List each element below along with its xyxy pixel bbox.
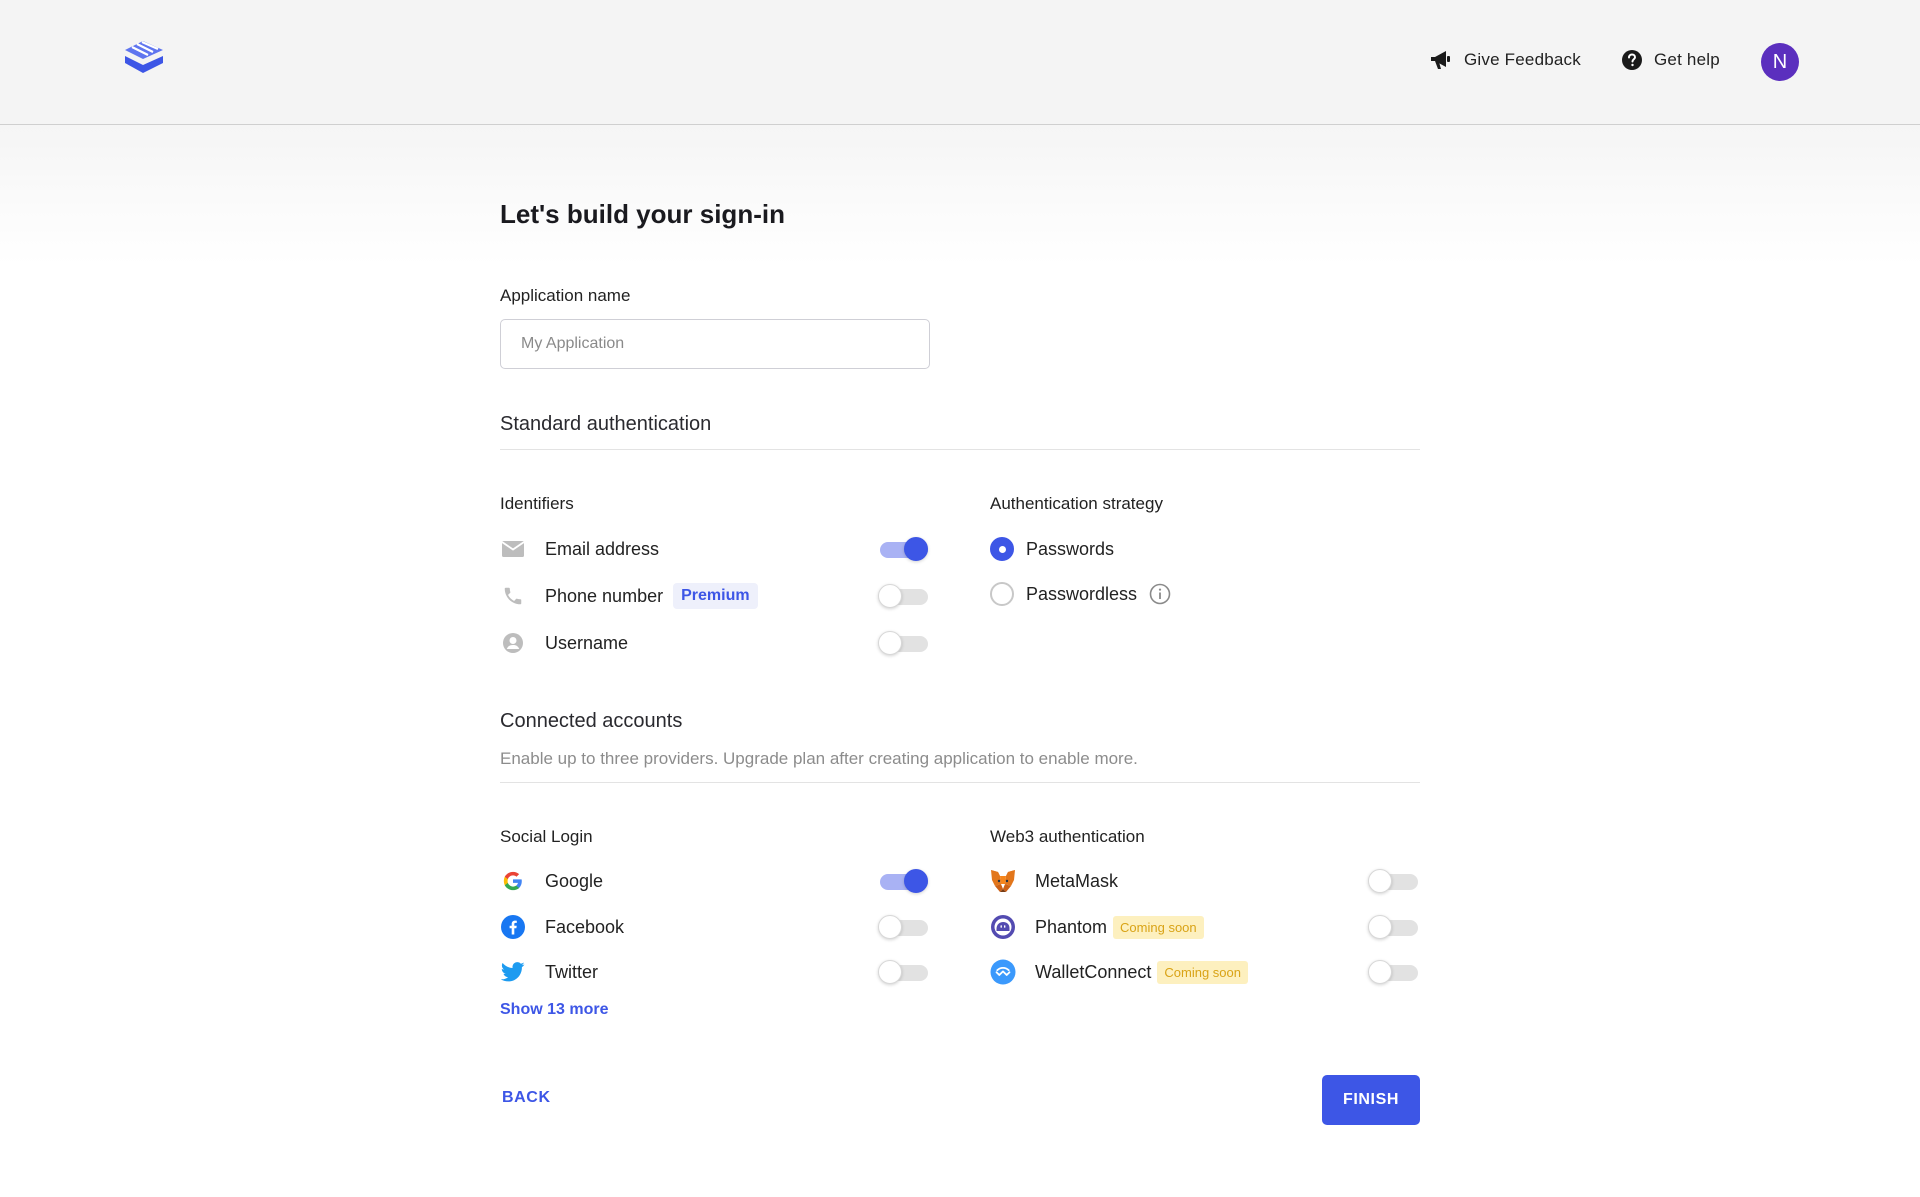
- identifier-row-username: Username: [500, 628, 628, 658]
- social-label-twitter: Twitter: [545, 961, 599, 982]
- web3-label-metamask: MetaMask: [1035, 870, 1119, 891]
- social-row-twitter: Twitter: [500, 957, 598, 987]
- user-avatar[interactable]: N: [1761, 43, 1799, 81]
- passwords-label: Passwords: [1026, 538, 1115, 559]
- connected-accounts-subtitle: Enable up to three providers. Upgrade pl…: [500, 749, 1138, 768]
- social-label-facebook: Facebook: [545, 916, 625, 937]
- passwordless-label: Passwordless: [1026, 583, 1138, 604]
- passwordless-radio[interactable]: [990, 582, 1014, 606]
- twitter-toggle[interactable]: [878, 958, 930, 986]
- facebook-toggle[interactable]: [878, 913, 930, 941]
- identifier-row-email: Email address: [500, 534, 659, 564]
- strategy-option-passwordless[interactable]: Passwordless: [990, 579, 1171, 609]
- strategy-option-passwords[interactable]: Passwords: [990, 534, 1114, 564]
- social-login-title: Social Login: [500, 827, 593, 846]
- twitter-icon: [500, 959, 526, 985]
- give-feedback-label: Give Feedback: [1464, 50, 1581, 69]
- phone-number-toggle[interactable]: [878, 582, 930, 610]
- identifier-label-email: Email address: [545, 538, 660, 559]
- identifier-label-phone: Phone number: [545, 585, 664, 606]
- standard-auth-title: Standard authentication: [500, 413, 712, 435]
- main-content: Let's build your sign-in Application nam…: [500, 0, 1420, 1197]
- help-circle-icon: [1622, 50, 1642, 70]
- web3-row-metamask: MetaMask: [990, 866, 1118, 896]
- phone-icon: [500, 583, 526, 609]
- page-title: Let's build your sign-in: [500, 199, 785, 229]
- username-toggle[interactable]: [878, 629, 930, 657]
- show-more-providers-link[interactable]: Show 13 more: [500, 1001, 608, 1019]
- identifier-label-username: Username: [545, 632, 629, 653]
- social-label-google: Google: [545, 870, 604, 891]
- metamask-icon: [990, 868, 1016, 894]
- mail-icon: [500, 536, 526, 562]
- user-circle-icon: [500, 630, 526, 656]
- phantom-icon: [990, 914, 1016, 940]
- facebook-icon: [500, 914, 526, 940]
- info-icon[interactable]: [1149, 583, 1171, 605]
- connected-accounts-title: Connected accounts: [500, 710, 683, 732]
- application-name-input[interactable]: [500, 319, 930, 369]
- give-feedback-link[interactable]: Give Feedback: [1430, 50, 1581, 70]
- auth-strategy-title: Authentication strategy: [990, 494, 1163, 513]
- identifiers-title: Identifiers: [500, 494, 574, 513]
- google-toggle[interactable]: [878, 867, 930, 895]
- google-icon: [500, 868, 526, 894]
- web3-row-walletconnect: WalletConnect Coming soon: [990, 957, 1248, 987]
- premium-badge: Premium: [673, 583, 758, 609]
- coming-soon-badge: Coming soon: [1113, 915, 1204, 939]
- social-row-facebook: Facebook: [500, 912, 624, 942]
- metamask-toggle[interactable]: [1368, 867, 1420, 895]
- passwords-radio[interactable]: [990, 537, 1014, 561]
- email-address-toggle[interactable]: [878, 535, 930, 563]
- application-name-label: Application name: [500, 286, 631, 305]
- web3-label-walletconnect: WalletConnect: [1035, 961, 1152, 982]
- web3-row-phantom: Phantom Coming soon: [990, 912, 1204, 942]
- back-button[interactable]: BACK: [502, 1089, 551, 1107]
- social-row-google: Google: [500, 866, 603, 896]
- walletconnect-toggle[interactable]: [1368, 958, 1420, 986]
- web3-auth-title: Web3 authentication: [990, 827, 1145, 846]
- connected-accounts-divider: [500, 782, 1420, 783]
- app-logo-icon[interactable]: [122, 36, 166, 80]
- standard-auth-divider: [500, 449, 1420, 450]
- walletconnect-icon: [990, 959, 1016, 985]
- web3-label-phantom: Phantom: [1035, 916, 1108, 937]
- phantom-toggle[interactable]: [1368, 913, 1420, 941]
- finish-button[interactable]: FINISH: [1322, 1075, 1420, 1125]
- coming-soon-badge: Coming soon: [1157, 960, 1248, 984]
- megaphone-icon: [1431, 51, 1450, 69]
- identifier-row-phone: Phone number Premium: [500, 581, 758, 611]
- get-help-label: Get help: [1654, 50, 1720, 69]
- get-help-link[interactable]: Get help: [1622, 50, 1720, 70]
